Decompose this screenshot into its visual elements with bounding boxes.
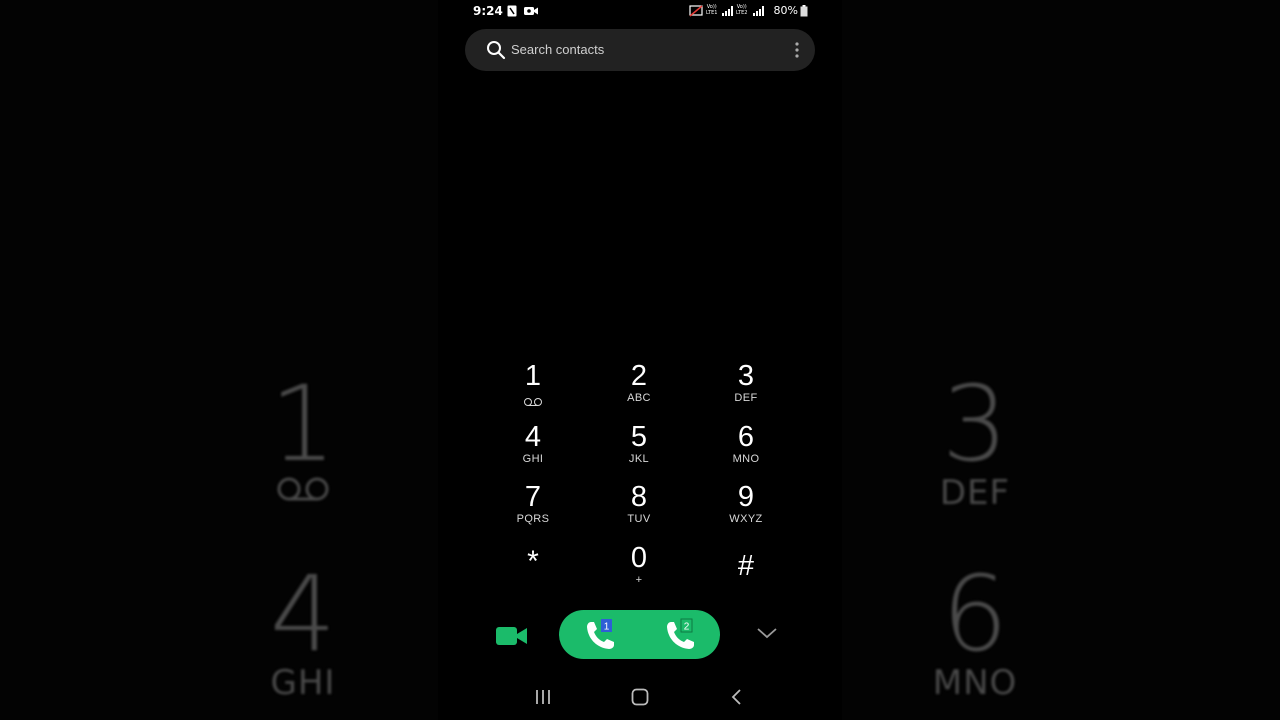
home-icon[interactable] xyxy=(631,688,649,706)
battery-icon xyxy=(800,5,808,17)
recents-icon[interactable] xyxy=(534,688,552,706)
key-hash[interactable]: # xyxy=(701,550,791,606)
key-7[interactable]: 7 PQRS xyxy=(488,481,578,537)
nfc-icon xyxy=(507,5,517,17)
cast-icon xyxy=(689,5,703,17)
dialer-screen: 9:24 Vo)) LTE1 Vo)) LTE2 80% Search cont… xyxy=(438,0,842,720)
key-3[interactable]: 3 DEF xyxy=(701,360,791,416)
key-9[interactable]: 9 WXYZ xyxy=(701,481,791,537)
key-8[interactable]: 8 TUV xyxy=(594,481,684,537)
video-call-icon[interactable] xyxy=(495,623,529,649)
sim1-network-label: Vo)) LTE1 xyxy=(706,4,718,16)
navigation-bar xyxy=(438,680,842,716)
sim1-badge: 1 xyxy=(604,622,610,633)
sim2-badge: 2 xyxy=(684,622,690,633)
status-time: 9:24 xyxy=(473,4,503,18)
call-buttons: 1 2 xyxy=(559,610,720,659)
back-icon[interactable] xyxy=(730,688,744,706)
call-sim2-button[interactable]: 2 xyxy=(661,617,701,653)
key-4[interactable]: 4 GHI xyxy=(488,421,578,477)
backdrop-left: 1 4 GHI xyxy=(0,0,438,720)
more-vert-icon[interactable] xyxy=(795,41,799,59)
key-5[interactable]: 5 JKL xyxy=(594,421,684,477)
ghost-key-6: 6 MNO xyxy=(932,553,1018,703)
key-star[interactable]: * xyxy=(488,546,578,602)
signal-sim2-icon xyxy=(753,6,764,16)
ghost-key-1: 1 xyxy=(253,372,353,506)
backdrop-right xyxy=(842,0,1280,720)
search-icon xyxy=(487,41,506,60)
sim2-network-label: Vo)) LTE2 xyxy=(736,4,748,16)
key-1[interactable]: 1 xyxy=(488,360,578,416)
search-bar[interactable]: Search contacts xyxy=(465,29,815,71)
ghost-key-4: 4 GHI xyxy=(269,553,337,703)
call-sim1-button[interactable]: 1 xyxy=(581,617,621,653)
voicemail-icon xyxy=(277,477,329,501)
status-bar: 9:24 Vo)) LTE1 Vo)) LTE2 80% xyxy=(438,0,842,22)
voicemail-icon xyxy=(524,398,542,406)
key-2[interactable]: 2 ABC xyxy=(594,360,684,416)
key-6[interactable]: 6 MNO xyxy=(701,421,791,477)
ghost-key-3: 3 DEF xyxy=(939,363,1011,513)
screen-record-icon xyxy=(524,7,538,15)
chevron-down-icon[interactable] xyxy=(756,626,778,640)
search-placeholder: Search contacts xyxy=(511,42,605,57)
key-0[interactable]: 0 + xyxy=(594,542,684,598)
battery-level: 80% xyxy=(773,4,798,17)
signal-sim1-icon xyxy=(722,6,733,16)
